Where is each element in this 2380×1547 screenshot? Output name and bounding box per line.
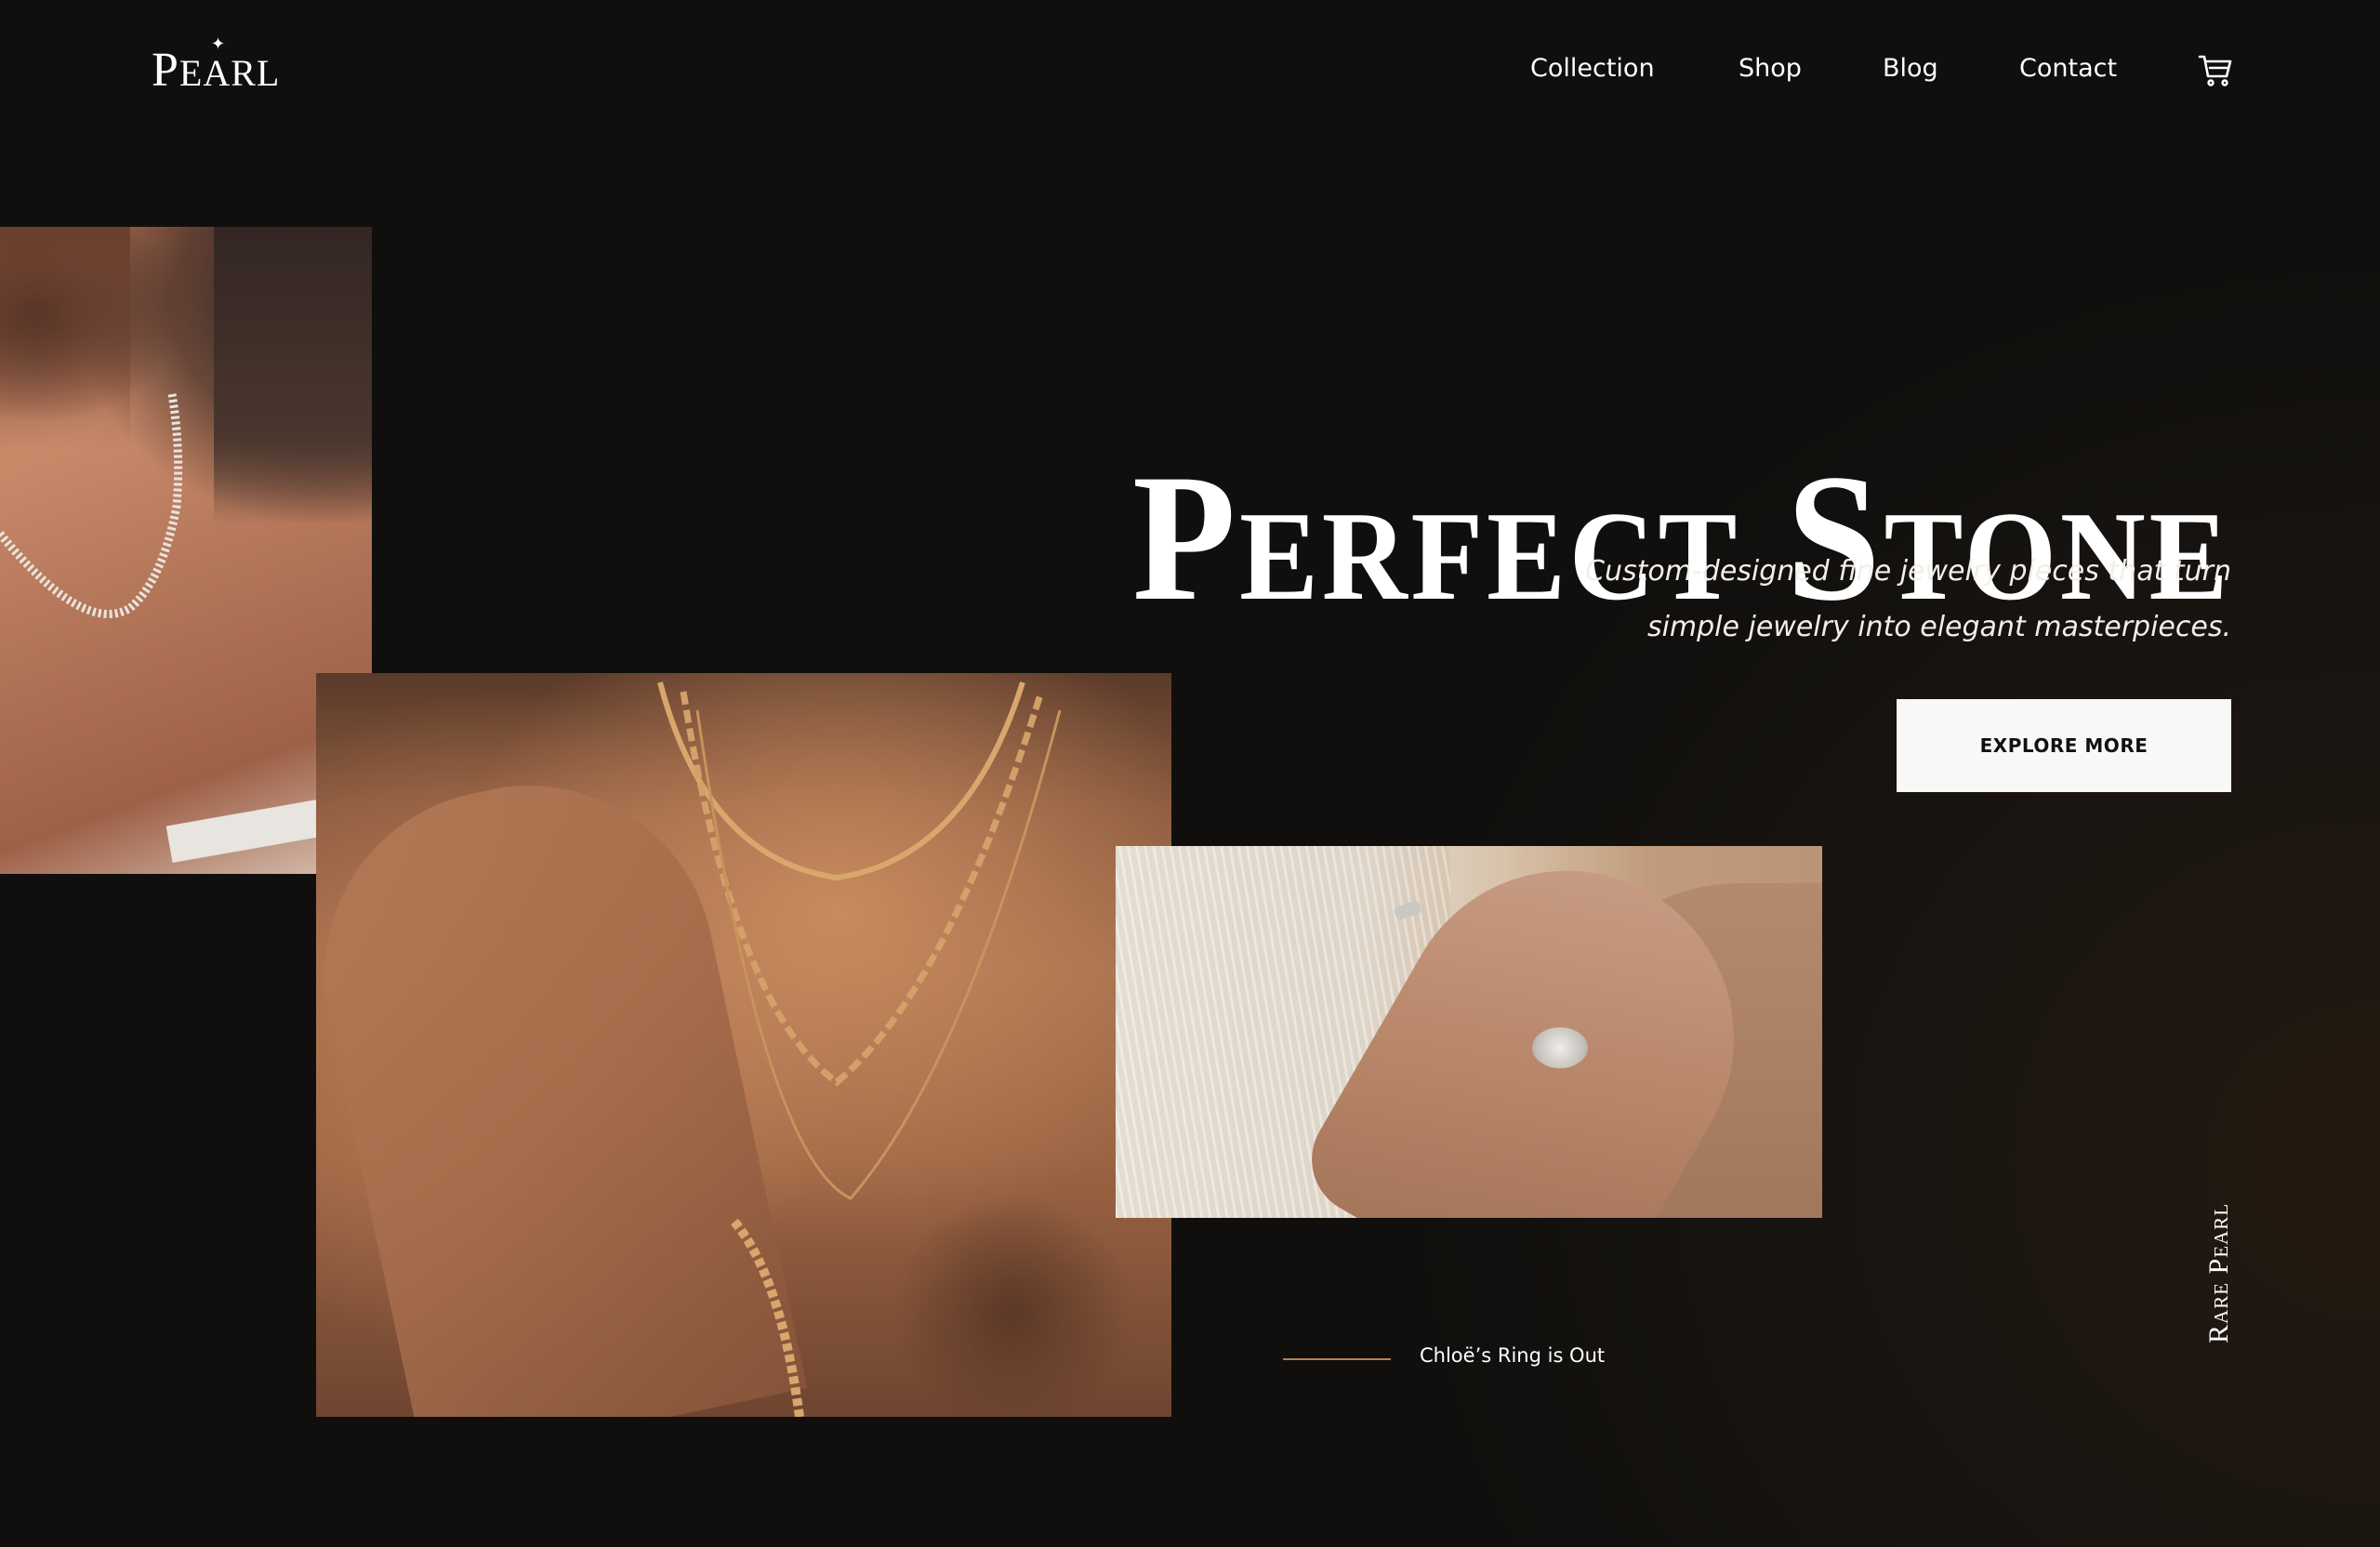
- nav-item-shop[interactable]: Shop: [1739, 54, 1802, 83]
- shopping-cart-icon[interactable]: [2198, 54, 2233, 87]
- logo-initial: P: [152, 44, 179, 97]
- nav-item-blog[interactable]: Blog: [1883, 54, 1938, 83]
- signet-ring-graphic: [1532, 1027, 1588, 1068]
- ring-photo: [1116, 846, 1822, 1218]
- nav-item-contact[interactable]: Contact: [2019, 54, 2117, 83]
- layered-necklaces-photo: [316, 673, 1171, 1417]
- hero-subtitle: Custom-designed fine jewelry pieces that…: [1395, 544, 2231, 655]
- hero-subtitle-line: Custom-designed fine jewelry pieces that…: [1585, 555, 2231, 588]
- caption-divider: [1283, 1358, 1391, 1360]
- logo-star-icon: ✦: [211, 34, 227, 53]
- nav-item-collection[interactable]: Collection: [1530, 54, 1655, 83]
- explore-more-button[interactable]: EXPLORE MORE: [1897, 699, 2231, 792]
- hero-subtitle-line: simple jewelry into elegant masterpieces…: [1646, 611, 2231, 643]
- side-label: Rare Pearl: [2203, 1202, 2234, 1343]
- logo[interactable]: ✦ PEARL: [152, 35, 281, 97]
- caption-link[interactable]: Chloë’s Ring is Out: [1420, 1344, 1605, 1367]
- logo-rest: EARL: [178, 52, 281, 94]
- gold-chains-graphic: [657, 681, 1062, 1417]
